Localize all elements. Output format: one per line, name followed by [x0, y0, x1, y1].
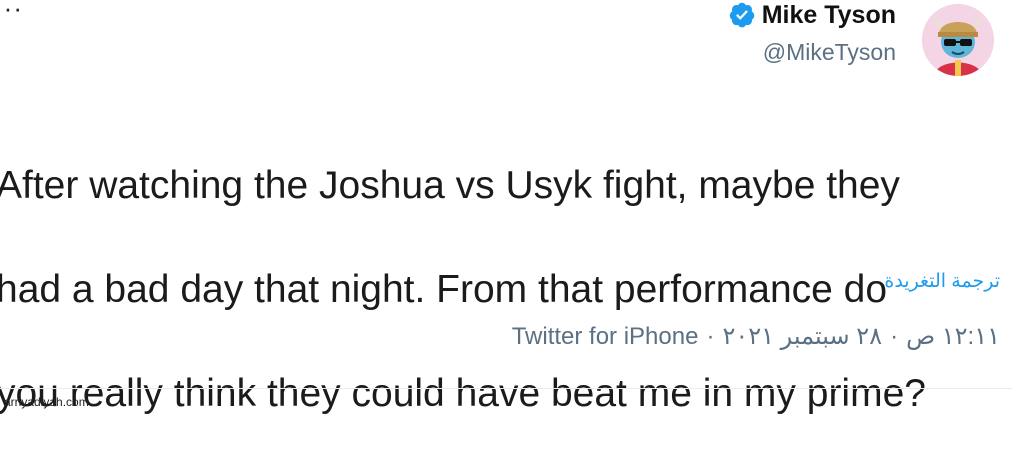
display-name[interactable]: Mike Tyson — [762, 0, 896, 30]
name-row: Mike Tyson — [728, 0, 896, 30]
tweet-text-line: you really think they could have beat me… — [0, 372, 926, 415]
tweet-text-line: After watching the Joshua vs Usyk fight,… — [0, 164, 900, 207]
user-handle[interactable]: @MikeTyson — [728, 38, 896, 66]
tweet-text: After watching the Joshua vs Usyk fight,… — [0, 108, 1006, 472]
more-options-icon[interactable]: ··· — [0, 0, 23, 21]
tweet-date[interactable]: ٢٨ سبتمبر ٢٠٢١ — [722, 322, 882, 351]
meta-separator: · — [706, 322, 715, 350]
site-watermark: arriyadiyah.com — [4, 395, 89, 409]
translate-tweet-link[interactable]: ترجمة التغريدة — [884, 270, 1000, 293]
verified-badge-icon — [729, 2, 754, 28]
tweet-source[interactable]: Twitter for iPhone — [512, 323, 699, 351]
tweet-time[interactable]: ١٢:١١ ص — [906, 322, 1000, 351]
divider — [0, 388, 1012, 389]
tweet-author: Mike Tyson @MikeTyson — [728, 0, 896, 66]
avatar-illustration — [922, 4, 994, 76]
tweet-meta: Twitter for iPhone · ٢٨ سبتمبر ٢٠٢١ · ١٢… — [512, 322, 1000, 351]
meta-separator: · — [890, 322, 899, 350]
avatar[interactable] — [922, 4, 994, 76]
tweet-text-line: had a bad day that night. From that perf… — [0, 268, 888, 311]
